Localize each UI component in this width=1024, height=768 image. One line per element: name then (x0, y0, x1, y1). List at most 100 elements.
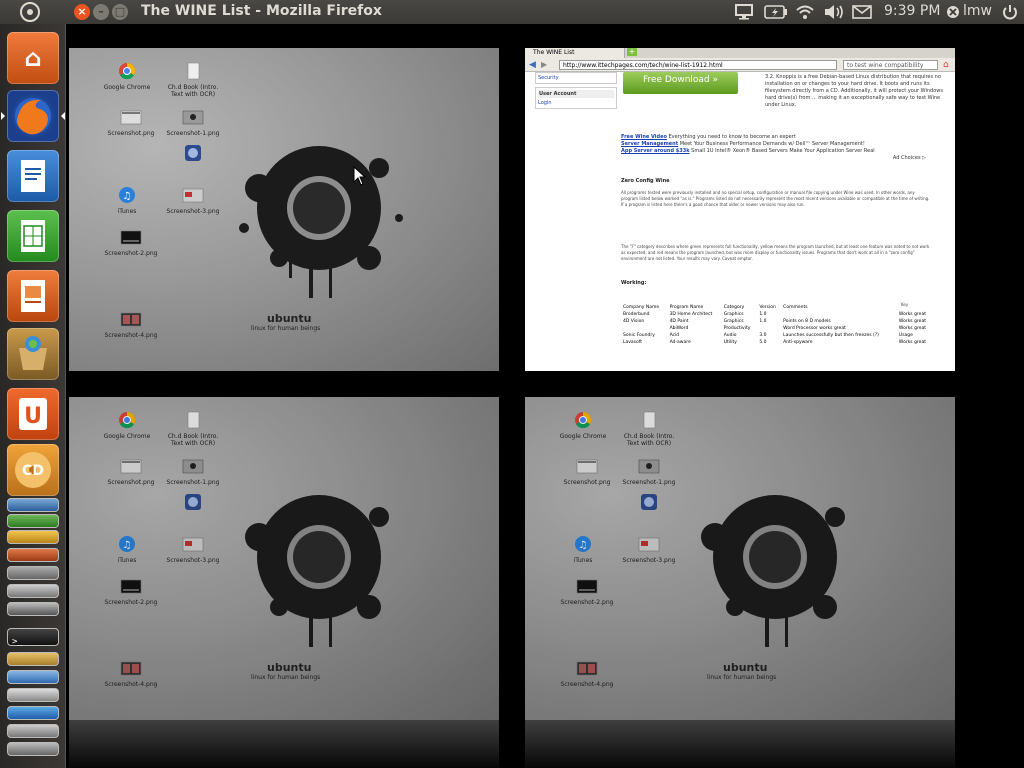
back-icon[interactable]: ◀ (529, 58, 536, 72)
desktop-icon-screenshot-4[interactable]: Screenshot-4.png (101, 659, 161, 688)
display-icon[interactable] (735, 4, 753, 20)
desktop-icon-screenshot[interactable]: Screenshot.png (101, 108, 161, 137)
desktop-icon-text-file[interactable]: Ch.d Book (Intro. Text with OCR) (619, 411, 679, 447)
stacked-launcher-item[interactable] (7, 724, 59, 738)
search-field[interactable]: to test wine compatibility (843, 60, 938, 70)
knoppix-text: 3.2. Knoppix is a free Debian-based Linu… (765, 74, 943, 108)
workspace-4[interactable]: ubuntu linux for human beings Google Chr… (525, 397, 955, 720)
home-icon[interactable]: ⌂ (943, 58, 949, 72)
minimize-window-button[interactable]: – (93, 4, 109, 20)
desktop-icon-wine[interactable] (163, 493, 223, 515)
table-cell: Works great (898, 319, 926, 324)
sidebar-link-security[interactable]: Security (538, 75, 614, 81)
screenshot-icon (576, 459, 598, 474)
close-window-button[interactable]: × (74, 4, 90, 20)
icon-label: Google Chrome (559, 433, 607, 440)
desktop-icon-chrome[interactable]: Google Chrome (553, 411, 613, 440)
table-cell: Works great (898, 312, 926, 317)
workspace-3[interactable]: ubuntu linux for human beings Google Chr… (69, 397, 499, 720)
terminal-launcher-item[interactable]: >_ (7, 628, 59, 647)
table-cell: Launches successfully but then freezes (… (783, 333, 879, 338)
ad-link[interactable]: Free Wine Video (621, 134, 667, 140)
ad-link[interactable]: App Server around $33k (621, 148, 690, 154)
firefox-launcher-item[interactable] (7, 90, 59, 142)
stacked-launcher-item[interactable] (7, 670, 59, 684)
software-center-icon (19, 336, 47, 370)
desktop-icon-screenshot-2[interactable]: Screenshot-2.png (101, 577, 161, 606)
cd-launcher-item[interactable]: CD (7, 444, 59, 496)
column-header: Program Name (669, 305, 704, 310)
ubuntu-logo-icon[interactable] (20, 2, 40, 22)
maximize-window-button[interactable]: □ (112, 4, 128, 20)
desktop-icon-itunes[interactable]: ♫ iTunes (97, 186, 157, 215)
desktop-icon-screenshot-2[interactable]: Screenshot-2.png (101, 228, 161, 257)
ad-link[interactable]: Server Management (621, 141, 678, 147)
power-icon[interactable] (1001, 3, 1019, 21)
stacked-launcher-item[interactable] (7, 742, 59, 756)
stacked-launcher-item[interactable] (7, 584, 59, 598)
ad-choices[interactable]: Ad Choices ▷ (621, 155, 926, 162)
stacked-launcher-item[interactable] (7, 514, 59, 528)
icon-label: Screenshot.png (107, 130, 155, 137)
wifi-icon[interactable] (795, 4, 815, 20)
desktop-icon-text-file[interactable]: Ch.d Book (Intro. Text with OCR) (163, 62, 223, 98)
forward-icon[interactable]: ▶ (541, 58, 547, 72)
battery-icon[interactable] (764, 5, 788, 19)
ad-text: Meet Your Business Performance Demands w… (679, 141, 865, 147)
desktop-icon-screenshot-1[interactable]: Screenshot-1.png (163, 108, 223, 137)
firefox-window[interactable]: The WINE List + ◀ ▶ http://www.ittechpag… (525, 48, 955, 371)
user-name[interactable]: lmw (963, 3, 992, 19)
desktop-icon-itunes[interactable]: ♫ iTunes (553, 535, 613, 564)
stacked-launcher-item[interactable] (7, 530, 59, 544)
workspace-2[interactable]: The WINE List + ◀ ▶ http://www.ittechpag… (525, 48, 955, 371)
sidebar-link-login[interactable]: Login (538, 98, 614, 106)
stacked-launcher-item[interactable] (7, 706, 59, 720)
desktop-icon-screenshot-1[interactable]: Screenshot-1.png (163, 457, 223, 486)
new-tab-button[interactable]: + (626, 48, 637, 56)
volume-icon[interactable] (823, 4, 845, 20)
desktop-icon-screenshot-3[interactable]: Screenshot-3.png (163, 535, 223, 564)
stacked-launcher-item[interactable] (7, 652, 59, 666)
writer-launcher-item[interactable] (7, 150, 59, 202)
icon-label: Google Chrome (103, 433, 151, 440)
desktop-icon-wine[interactable] (163, 144, 223, 166)
stacked-launcher-item[interactable] (7, 566, 59, 580)
desktop-icon-screenshot-4[interactable]: Screenshot-4.png (557, 659, 617, 688)
tab-bar: The WINE List + (525, 48, 955, 58)
desktop-icon-chrome[interactable]: Google Chrome (97, 411, 157, 440)
desktop-icon-wine[interactable] (619, 493, 679, 515)
desktop-icon-screenshot-3[interactable]: Screenshot-3.png (619, 535, 679, 564)
stacked-launcher-item[interactable] (7, 548, 59, 562)
desktop-icon-chrome[interactable]: Google Chrome (97, 62, 157, 91)
calc-launcher-item[interactable] (7, 210, 59, 262)
workspace-1[interactable]: ubuntu linux for human beings Google Chr… (69, 48, 499, 371)
desktop-icon-screenshot-1[interactable]: Screenshot-1.png (619, 457, 679, 486)
icon-label: Screenshot-2.png (104, 599, 158, 606)
ubuntu-splat-icon (239, 146, 403, 298)
table-cell: Sonic Foundry (623, 333, 655, 338)
screenshot-icon (638, 537, 660, 552)
desktop-icon-text-file[interactable]: Ch.d Book (Intro. Text with OCR) (163, 411, 223, 447)
desktop-icon-screenshot-3[interactable]: Screenshot-3.png (163, 186, 223, 215)
desktop-icon-itunes[interactable]: ♫ iTunes (97, 535, 157, 564)
desktop-icon-screenshot[interactable]: Screenshot.png (557, 457, 617, 486)
desktop-icon-screenshot-4[interactable]: Screenshot-4.png (101, 310, 161, 339)
stacked-launcher-item[interactable] (7, 688, 59, 702)
icon-label: Google Chrome (103, 84, 151, 91)
home-folder-launcher-item[interactable]: ⌂ (7, 32, 59, 84)
desktop-icon-screenshot[interactable]: Screenshot.png (101, 457, 161, 486)
free-download-button[interactable]: Free Download » (623, 72, 738, 94)
screenshot-icon (120, 579, 142, 594)
url-bar[interactable]: http://www.ittechpages.com/tech/wine-lis… (559, 60, 837, 70)
mail-icon[interactable] (852, 5, 872, 19)
software-center-launcher-item[interactable] (7, 328, 59, 380)
impress-launcher-item[interactable] (7, 270, 59, 322)
stacked-launcher-item[interactable] (7, 498, 59, 512)
clock[interactable]: 9:39 PM (884, 3, 940, 19)
itunes-icon: ♫ (119, 536, 135, 552)
stacked-launcher-item[interactable] (7, 602, 59, 616)
desktop-icon-screenshot-2[interactable]: Screenshot-2.png (557, 577, 617, 606)
tab-wine-list[interactable]: The WINE List (525, 48, 625, 58)
ubuntu-one-launcher-item[interactable]: U (7, 388, 59, 440)
presentation-icon (21, 280, 45, 312)
